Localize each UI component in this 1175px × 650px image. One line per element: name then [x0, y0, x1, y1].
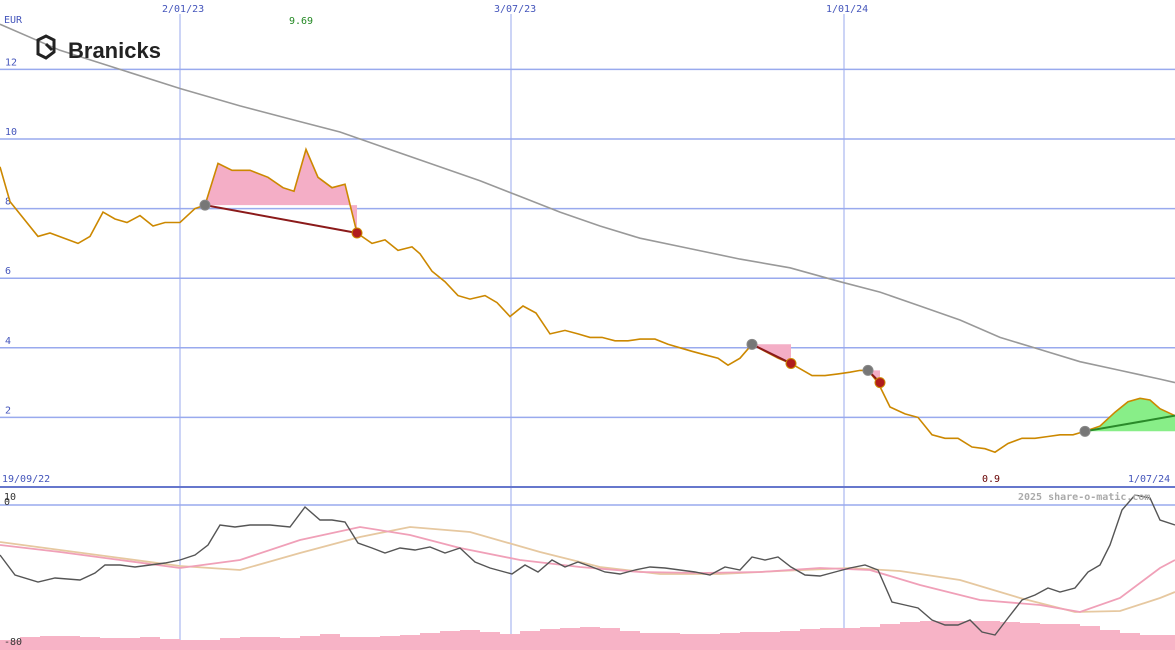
chart-background: [0, 0, 1175, 650]
y-tick-label: 4: [5, 336, 11, 347]
min-price-label: 0.9: [982, 474, 1000, 485]
entry-marker: [1079, 425, 1091, 437]
exit-marker: [351, 227, 363, 239]
entry-marker: [199, 199, 211, 211]
entry-marker: [862, 364, 874, 376]
x-tick-label-top: 3/07/23: [494, 4, 536, 15]
brand-name: Branicks: [68, 38, 161, 63]
max-price-label: 9.69: [289, 16, 313, 27]
y-tick-label: 6: [5, 266, 11, 277]
x-tick-label-bottom: 19/09/22: [2, 474, 50, 485]
exit-marker: [874, 377, 886, 389]
x-tick-label-top: 2/01/23: [162, 4, 204, 15]
watermark: 2025 share-o-matic.com: [1018, 491, 1150, 503]
entry-marker: [746, 338, 758, 350]
x-tick-label-bottom: 1/07/24: [1128, 474, 1170, 485]
y-tick-label: 10: [5, 127, 17, 138]
currency-label: EUR: [4, 15, 23, 26]
exit-marker: [785, 357, 797, 369]
y-tick-label: 12: [5, 57, 17, 68]
price-chart: 24681012 Branicks EUR 9.69 0.9 2/01/23 3…: [0, 0, 1175, 650]
y-tick-label: 2: [5, 405, 11, 416]
oscillator-tick-label: 0: [4, 497, 10, 508]
oscillator-tick-label: -80: [4, 637, 22, 648]
x-tick-label-top: 1/01/24: [826, 4, 868, 15]
